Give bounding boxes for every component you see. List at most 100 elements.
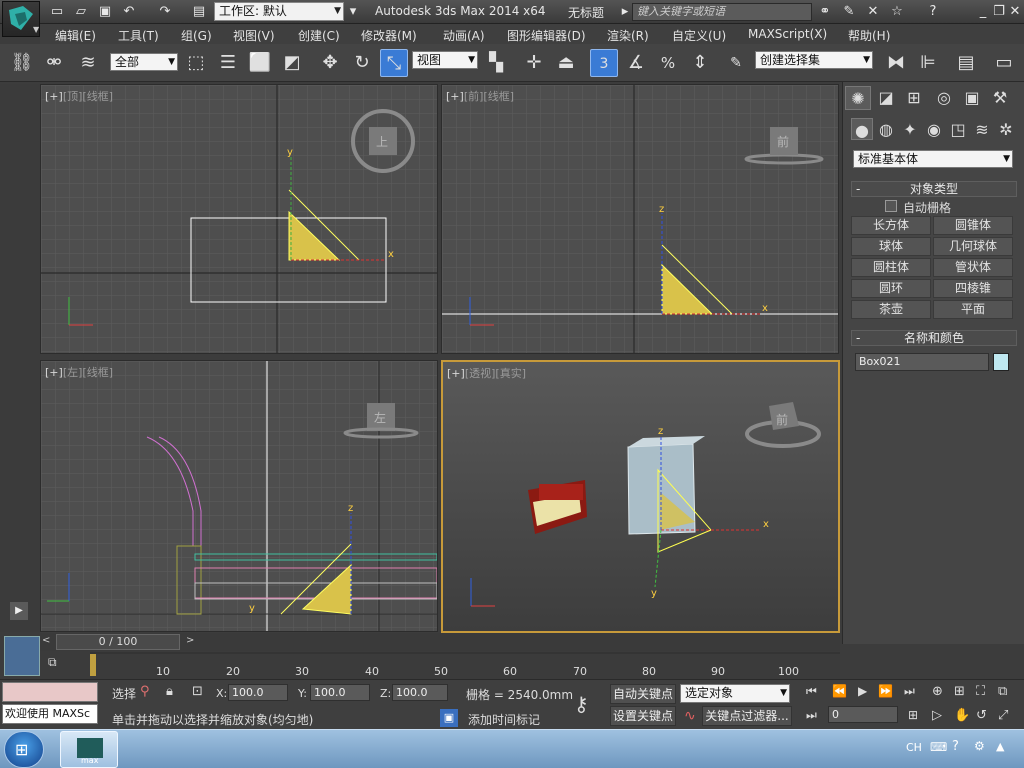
zoom-icon[interactable]: ⊕ — [932, 684, 943, 699]
close-icon[interactable]: ✕ — [1006, 3, 1024, 21]
taskbar-3dsmax-button[interactable]: max — [60, 731, 118, 768]
object-name-input[interactable]: Box021 — [855, 353, 989, 371]
expand-left-icon[interactable]: ▶ — [10, 602, 28, 620]
time-slider-thumb[interactable]: 0 / 100 — [56, 634, 180, 650]
customize-quick-access-icon[interactable]: ▾ — [344, 3, 362, 21]
spinner-snap-icon[interactable]: ⇕ — [686, 49, 714, 77]
graphite-toggle-icon[interactable]: ▭ — [990, 49, 1018, 77]
viewport-shading[interactable]: [真实] — [495, 367, 526, 380]
favorites-star-icon[interactable]: ☆ — [888, 3, 906, 21]
maxscript-mini-listener-top[interactable] — [2, 682, 98, 702]
category-dropdown[interactable]: 标准基本体 ▼ — [853, 150, 1013, 168]
systems-icon[interactable]: ✲ — [995, 118, 1017, 140]
modify-tab-icon[interactable]: ◪ — [873, 86, 899, 110]
ime-options-icon[interactable]: ⚙ — [974, 739, 985, 753]
zoom-extents-all-icon[interactable]: ⧉ — [998, 684, 1007, 699]
menu-tools[interactable]: 工具(T) — [118, 27, 159, 44]
viewport-menu-plus[interactable]: [+] — [45, 366, 63, 379]
shapes-icon[interactable]: ◍ — [875, 118, 897, 140]
menu-customize[interactable]: 自定义(U) — [672, 27, 726, 44]
hierarchy-tab-icon[interactable]: ⊞ — [901, 86, 927, 110]
geometry-icon[interactable]: ● — [851, 118, 873, 140]
viewport-menu-plus[interactable]: [+] — [446, 90, 464, 103]
viewport-shading[interactable]: [线框] — [82, 366, 113, 379]
align-icon[interactable]: ⊫ — [914, 49, 942, 77]
viewport-menu-plus[interactable]: [+] — [447, 367, 465, 380]
select-rotate-icon[interactable]: ↻ — [348, 49, 376, 77]
box-button[interactable]: 长方体 — [851, 216, 931, 235]
play-icon[interactable]: ▶ — [858, 684, 867, 698]
maximize-viewport-icon[interactable]: ⤢ — [998, 708, 1008, 723]
link-icon[interactable]: ⛓ — [8, 49, 36, 77]
subscription-icon[interactable]: ✎ — [840, 3, 858, 21]
maxscript-mini-listener[interactable]: 欢迎使用 MAXSc — [2, 704, 98, 724]
binoculars-icon[interactable]: ⚭ — [816, 3, 834, 21]
menu-edit[interactable]: 编辑(E) — [55, 27, 96, 44]
cone-button[interactable]: 圆锥体 — [933, 216, 1013, 235]
add-time-tag[interactable]: 添加时间标记 — [468, 711, 540, 728]
key-mode-toggle-icon[interactable]: ⏭ — [806, 708, 817, 723]
auto-key-button[interactable]: 自动关键点 — [610, 684, 676, 704]
time-config-icon[interactable]: ⊞ — [908, 708, 918, 722]
zoom-all-icon[interactable]: ⊞ — [954, 684, 965, 699]
object-color-swatch[interactable] — [993, 353, 1009, 371]
name-color-rollout[interactable]: - 名称和颜色 — [851, 330, 1017, 346]
key-mode-icon[interactable]: ⚷ — [574, 692, 589, 716]
start-button[interactable]: ⊞ — [4, 731, 44, 768]
menu-maxscript[interactable]: MAXScript(X) — [748, 27, 827, 41]
select-by-name-icon[interactable]: ☰ — [214, 49, 242, 77]
key-filters-button[interactable]: 关键点过滤器... — [702, 706, 792, 726]
show-hidden-icons[interactable]: ▲ — [996, 740, 1004, 753]
x-coord-input[interactable]: 100.0 — [228, 684, 288, 701]
select-move-icon[interactable]: ✥ — [316, 49, 344, 77]
motion-tab-icon[interactable]: ◎ — [931, 86, 957, 110]
undo-icon[interactable]: ↶ — [120, 3, 138, 21]
zoom-extents-icon[interactable]: ⛶ — [976, 684, 985, 699]
project-folder-icon[interactable]: ▤ — [190, 3, 208, 21]
open-mini-curve-editor-icon[interactable]: ⧉ — [48, 655, 57, 670]
teapot-button[interactable]: 茶壶 — [851, 300, 931, 319]
cylinder-button[interactable]: 圆柱体 — [851, 258, 931, 277]
rectangular-selection-icon[interactable]: ⬜ — [246, 49, 274, 77]
viewport-top[interactable]: x y 上 [+][顶][线框] — [40, 84, 438, 354]
display-tab-icon[interactable]: ▣ — [959, 86, 985, 110]
isolate-icon[interactable]: ⚲ — [140, 684, 150, 699]
lock-selection-icon[interactable]: 🔒︎ — [166, 684, 173, 699]
tube-button[interactable]: 管状体 — [933, 258, 1013, 277]
go-to-start-icon[interactable]: ⏮ — [806, 684, 817, 699]
reference-coord-dropdown[interactable]: 视图 ▼ — [412, 51, 478, 69]
next-frame-icon[interactable]: > — [186, 635, 200, 649]
torus-button[interactable]: 圆环 — [851, 279, 931, 298]
redo-icon[interactable]: ↷ — [156, 3, 174, 21]
workspace-dropdown[interactable]: 工作区: 默认 ▼ — [214, 2, 344, 21]
menu-group[interactable]: 组(G) — [181, 27, 212, 44]
window-crossing-icon[interactable]: ◩ — [278, 49, 306, 77]
viewport-left-label[interactable]: [+][左][线框] — [45, 364, 113, 380]
edit-named-selection-icon[interactable]: ✎ — [722, 49, 750, 77]
menu-modifiers[interactable]: 修改器(M) — [361, 27, 417, 44]
input-language[interactable]: CH — [906, 741, 922, 754]
viewport-front[interactable]: x z 前 [+][前][线框] — [441, 84, 839, 354]
autogrid-checkbox[interactable] — [885, 200, 897, 212]
z-coord-input[interactable]: 100.0 — [392, 684, 448, 701]
menu-help[interactable]: 帮助(H) — [848, 27, 890, 44]
angle-snap-icon[interactable]: ∡ — [622, 49, 650, 77]
open-file-icon[interactable]: ▱ — [72, 3, 90, 21]
viewport-menu-plus[interactable]: [+] — [45, 90, 63, 103]
viewport-name[interactable]: [顶] — [63, 90, 83, 103]
current-frame-input[interactable]: 0 — [828, 706, 898, 723]
named-selection-dropdown[interactable]: 创建选择集 ▼ — [755, 51, 873, 69]
time-tag-icon[interactable]: ▣ — [440, 709, 458, 727]
select-object-icon[interactable]: ⬚ — [182, 49, 210, 77]
absolute-mode-icon[interactable]: ⊡ — [192, 684, 203, 699]
menu-rendering[interactable]: 渲染(R) — [607, 27, 649, 44]
menu-animation[interactable]: 动画(A) — [443, 27, 485, 44]
save-file-icon[interactable]: ▣ — [96, 3, 114, 21]
helpers-icon[interactable]: ◳ — [947, 118, 969, 140]
communication-icon[interactable]: ✕ — [864, 3, 882, 21]
spacewarps-icon[interactable]: ≋ — [971, 118, 993, 140]
viewport-name[interactable]: [左] — [63, 366, 83, 379]
menu-graph-editors[interactable]: 图形编辑器(D) — [507, 27, 586, 44]
help-tray-icon[interactable]: ? — [952, 739, 959, 754]
sphere-button[interactable]: 球体 — [851, 237, 931, 256]
